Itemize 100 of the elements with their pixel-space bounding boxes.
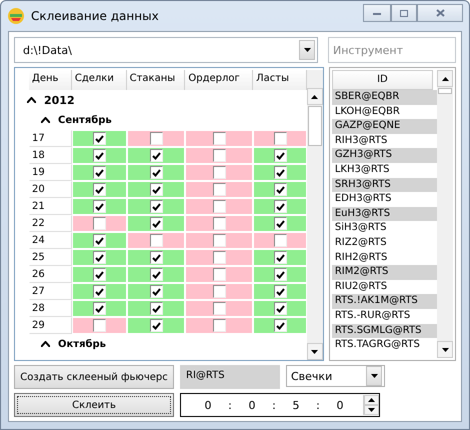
scroll-thumb[interactable] (308, 106, 322, 146)
close-button[interactable] (417, 4, 463, 22)
create-future-button[interactable]: Создать склееный фьючерс (14, 365, 174, 389)
list-item[interactable]: RTS.SGMLG@RTS (332, 324, 437, 338)
checkbox[interactable] (274, 149, 287, 162)
glue-button[interactable]: Склеить (14, 393, 174, 417)
checkbox[interactable] (92, 268, 106, 281)
scroll-up-button[interactable] (437, 70, 453, 87)
day-cell: 26 (29, 266, 72, 283)
time-value: 0 (248, 398, 256, 412)
checkbox[interactable] (92, 217, 106, 230)
month-group[interactable]: Октябрь (17, 334, 307, 354)
checkbox[interactable] (212, 319, 226, 332)
list-item[interactable]: SRH3@RTS (332, 178, 437, 192)
checkbox[interactable] (274, 132, 287, 145)
checkbox[interactable] (150, 183, 162, 196)
spin-up-button[interactable] (364, 395, 379, 405)
checkbox[interactable] (92, 183, 106, 196)
column-header[interactable]: Стаканы (126, 70, 186, 90)
checkbox[interactable] (92, 132, 106, 145)
day-cell: 27 (29, 283, 72, 300)
type-select[interactable]: Свечки (286, 365, 385, 387)
column-header[interactable]: ID (332, 70, 433, 90)
checkbox[interactable] (92, 166, 106, 179)
day-cell: 22 (29, 215, 72, 232)
checkbox[interactable] (274, 251, 287, 264)
list-item[interactable]: GZH3@RTS (332, 148, 437, 163)
checkbox[interactable] (274, 234, 287, 247)
column-header[interactable]: День (29, 70, 72, 90)
checkbox[interactable] (274, 217, 287, 230)
spin-down-button[interactable] (364, 405, 379, 415)
time-spinner[interactable]: 0 : 0 : 5 : 0 (180, 393, 380, 417)
checkbox[interactable] (274, 200, 287, 213)
checkbox[interactable] (150, 319, 162, 332)
window-title: Склеивание данных (31, 9, 160, 23)
checkbox[interactable] (212, 251, 226, 264)
scrollbar[interactable] (437, 70, 453, 358)
list-item[interactable]: EuH3@RTS (332, 206, 437, 222)
checkbox[interactable] (212, 302, 226, 315)
column-header[interactable]: Ордерлог (185, 70, 254, 90)
list-item[interactable]: SBER@EQBR (332, 90, 437, 105)
list-item[interactable]: RIM2@RTS (332, 265, 437, 280)
scroll-thumb[interactable] (438, 88, 452, 94)
day-cell: 29 (29, 317, 72, 334)
checkbox[interactable] (150, 200, 162, 213)
minimize-button[interactable] (363, 4, 391, 22)
scroll-down-button[interactable] (437, 341, 453, 358)
checkbox[interactable] (150, 234, 162, 247)
list-item[interactable]: RIH3@RTS (332, 134, 437, 148)
checkbox[interactable] (92, 251, 106, 264)
down-icon (368, 408, 375, 412)
scrollbar[interactable] (306, 70, 323, 360)
list-item[interactable]: RTS.!AK1M@RTS (332, 294, 437, 309)
checkbox[interactable] (212, 149, 226, 162)
column-header[interactable]: Ласты (253, 70, 307, 90)
instrument-field[interactable]: Инструмент (328, 37, 456, 63)
checkbox[interactable] (150, 268, 162, 281)
list-item[interactable]: RIU2@RTS (332, 280, 437, 294)
checkbox[interactable] (150, 132, 162, 145)
checkbox[interactable] (212, 217, 226, 230)
checkbox[interactable] (92, 302, 106, 315)
checkbox[interactable] (150, 149, 162, 162)
checkbox[interactable] (212, 200, 226, 213)
checkbox[interactable] (92, 234, 106, 247)
checkbox[interactable] (212, 166, 226, 179)
month-group[interactable]: Сентябрь (17, 110, 307, 130)
checkbox[interactable] (150, 302, 162, 315)
checkbox[interactable] (212, 132, 226, 145)
checkbox[interactable] (92, 285, 106, 298)
maximize-button[interactable] (391, 4, 417, 22)
checkbox[interactable] (150, 217, 162, 230)
checkbox[interactable] (92, 200, 106, 213)
dropdown-button[interactable] (299, 40, 315, 60)
checkbox[interactable] (274, 302, 287, 315)
scroll-up-button[interactable] (306, 88, 323, 105)
checkbox[interactable] (212, 183, 226, 196)
checkbox[interactable] (150, 251, 162, 264)
checkbox[interactable] (274, 183, 287, 196)
checkbox[interactable] (92, 319, 106, 332)
list-item[interactable]: GAZP@EQNE (332, 119, 437, 134)
column-header[interactable]: Сделки (72, 70, 127, 90)
checkbox[interactable] (274, 166, 287, 179)
checkbox[interactable] (92, 149, 106, 162)
dropdown-button[interactable] (366, 366, 382, 386)
checkbox[interactable] (150, 166, 162, 179)
checkbox[interactable] (212, 285, 226, 298)
checkbox[interactable] (274, 268, 287, 281)
down-icon (311, 350, 318, 354)
scroll-down-button[interactable] (306, 343, 323, 360)
path-combobox[interactable]: d:\!Data\ (14, 37, 318, 63)
checkbox[interactable] (150, 285, 162, 298)
year-group[interactable]: 2012 (17, 90, 307, 110)
checkbox[interactable] (274, 319, 287, 332)
time-value: 0 (204, 398, 212, 412)
checkbox[interactable] (212, 268, 226, 281)
future-name-label: RI@RTS (180, 365, 280, 389)
up-icon (442, 76, 448, 80)
checkbox[interactable] (212, 234, 226, 247)
checkbox[interactable] (274, 285, 287, 298)
day-cell: 20 (29, 181, 72, 198)
